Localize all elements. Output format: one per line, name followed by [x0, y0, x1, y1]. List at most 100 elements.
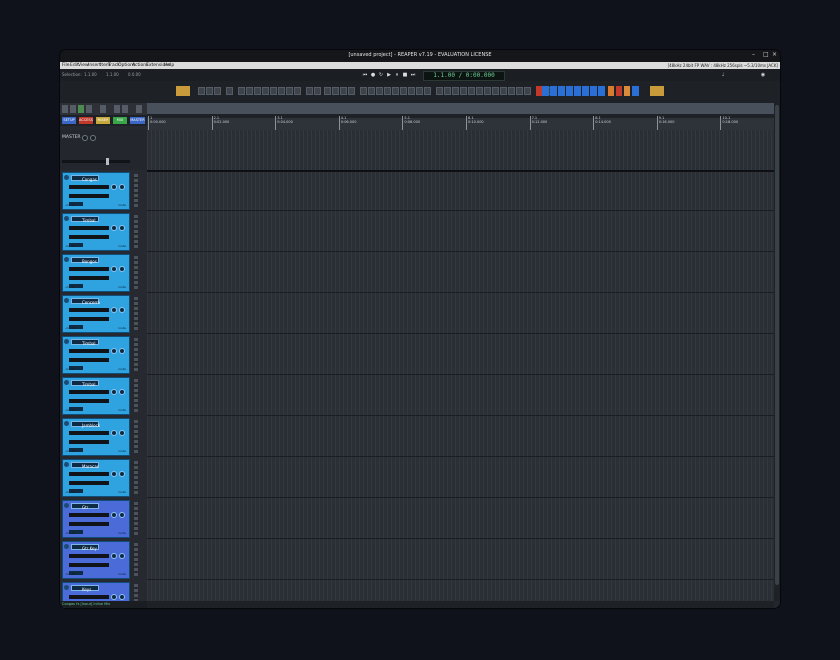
setup-button[interactable]: SETUP	[62, 117, 76, 124]
toolbar-color-amber[interactable]	[624, 86, 630, 96]
track-fader[interactable]	[69, 235, 109, 239]
track-side-button[interactable]	[134, 502, 138, 505]
toolbar-icon[interactable]	[424, 87, 431, 95]
track-side-button[interactable]	[134, 440, 138, 443]
toolbar-icon[interactable]	[416, 87, 423, 95]
track-name-field[interactable]: Jamblock	[71, 421, 100, 428]
track-side-button[interactable]	[134, 302, 138, 305]
track-side-button[interactable]	[134, 445, 138, 448]
record-arm-button[interactable]	[64, 421, 69, 426]
toolbar-blue-6[interactable]	[582, 86, 589, 96]
access-button[interactable]: ACCESS	[79, 117, 93, 124]
arrange-view[interactable]: 1 0:00.000 2.1 0:02.000 3.1 0:04.000 4.1 0:06.0…	[147, 103, 774, 601]
track-name-field[interactable]: Timbal	[71, 380, 99, 387]
rewind-icon[interactable]: ⏮	[362, 72, 368, 78]
volume-knob[interactable]	[111, 430, 117, 436]
track-side-button[interactable]	[134, 394, 138, 397]
tcp-tool-icon[interactable]	[78, 105, 84, 113]
track-side-button[interactable]	[134, 230, 138, 233]
track-side-button[interactable]	[134, 338, 138, 341]
master-pan-knob[interactable]	[90, 135, 96, 141]
toolbar-icon[interactable]	[314, 87, 321, 95]
track-side-button[interactable]	[134, 179, 138, 182]
track-side-controls[interactable]	[132, 418, 145, 456]
volume-knob[interactable]	[111, 389, 117, 395]
record-arm-button[interactable]	[64, 257, 69, 262]
track-side-button[interactable]	[134, 220, 138, 223]
toolbar-icon[interactable]	[206, 87, 213, 95]
track-fader[interactable]	[69, 522, 109, 526]
track-side-button[interactable]	[134, 215, 138, 218]
track-fader[interactable]	[69, 481, 109, 485]
toolbar-blue-7[interactable]	[590, 86, 597, 96]
track-name-field[interactable]: Congas	[71, 175, 99, 182]
track-side-button[interactable]	[134, 466, 138, 469]
track-side-button[interactable]	[134, 363, 138, 366]
track-fader[interactable]	[69, 317, 109, 321]
maximize-button[interactable]: □	[763, 51, 769, 58]
toolbar-blue-3[interactable]	[558, 86, 565, 96]
track-side-button[interactable]	[134, 389, 138, 392]
track-side-button[interactable]	[134, 553, 138, 556]
toolbar-icon[interactable]	[278, 87, 285, 95]
track-side-button[interactable]	[134, 548, 138, 551]
toolbar-icon[interactable]	[306, 87, 313, 95]
master-fader[interactable]	[62, 160, 130, 163]
toolbar-icon[interactable]	[408, 87, 415, 95]
track-route-button[interactable]: route	[118, 326, 126, 330]
record-arm-button[interactable]	[64, 175, 69, 180]
volume-knob[interactable]	[111, 307, 117, 313]
toolbar-icon[interactable]	[294, 87, 301, 95]
tcp-tool-icon[interactable]	[86, 105, 92, 113]
toolbar-icon[interactable]	[214, 87, 221, 95]
pan-knob[interactable]	[119, 225, 125, 231]
selection-length[interactable]: 0.0.00	[128, 72, 141, 77]
pan-knob[interactable]	[119, 594, 125, 600]
close-button[interactable]: ×	[772, 51, 777, 58]
track-side-button[interactable]	[134, 430, 138, 433]
master-volume-knob[interactable]	[82, 135, 88, 141]
track-name-field[interactable]: Timbal	[71, 339, 99, 346]
track-fader[interactable]	[69, 276, 109, 280]
record-arm-button[interactable]	[64, 503, 69, 508]
track-panel[interactable]: Bongos -inf dB route	[62, 254, 130, 292]
track-route-button[interactable]: route	[118, 408, 126, 412]
track-name-field[interactable]: Keys	[71, 585, 99, 592]
track-side-controls[interactable]	[132, 295, 145, 333]
track-side-button[interactable]	[134, 322, 138, 325]
toolbar-icon[interactable]	[270, 87, 277, 95]
toolbar-icon[interactable]	[324, 87, 331, 95]
volume-knob[interactable]	[111, 348, 117, 354]
toolbar-icon[interactable]	[392, 87, 399, 95]
track-side-button[interactable]	[134, 543, 138, 546]
track-side-button[interactable]	[134, 573, 138, 576]
track-route-button[interactable]: route	[118, 285, 126, 289]
track-side-button[interactable]	[134, 527, 138, 530]
volume-knob[interactable]	[111, 553, 117, 559]
tcp-tool-icon[interactable]	[136, 105, 142, 113]
track-side-controls[interactable]	[132, 500, 145, 538]
track-fader[interactable]	[69, 358, 109, 362]
track-side-button[interactable]	[134, 512, 138, 515]
pan-knob[interactable]	[119, 430, 125, 436]
volume-knob[interactable]	[111, 594, 117, 600]
track-side-button[interactable]	[134, 409, 138, 412]
track-side-button[interactable]	[134, 399, 138, 402]
track-side-button[interactable]	[134, 471, 138, 474]
toolbar-icon[interactable]	[484, 87, 491, 95]
toolbar-icon[interactable]	[368, 87, 375, 95]
toolbar-icon[interactable]	[262, 87, 269, 95]
track-route-button[interactable]: route	[118, 244, 126, 248]
track-panel[interactable]: Timbal -inf dB route	[62, 377, 130, 415]
track-side-button[interactable]	[134, 379, 138, 382]
toolbar-icon[interactable]	[384, 87, 391, 95]
selection-end[interactable]: 1.1.00	[106, 72, 119, 77]
tcp-tool-icon[interactable]	[100, 105, 106, 113]
forward-icon[interactable]: ⏭	[410, 72, 416, 78]
menu-insert[interactable]: Insert	[88, 63, 101, 68]
track-side-button[interactable]	[134, 584, 138, 587]
record-icon[interactable]: ●	[370, 72, 376, 78]
track-route-button[interactable]: route	[118, 572, 126, 576]
track-side-button[interactable]	[134, 384, 138, 387]
track-side-button[interactable]	[134, 189, 138, 192]
